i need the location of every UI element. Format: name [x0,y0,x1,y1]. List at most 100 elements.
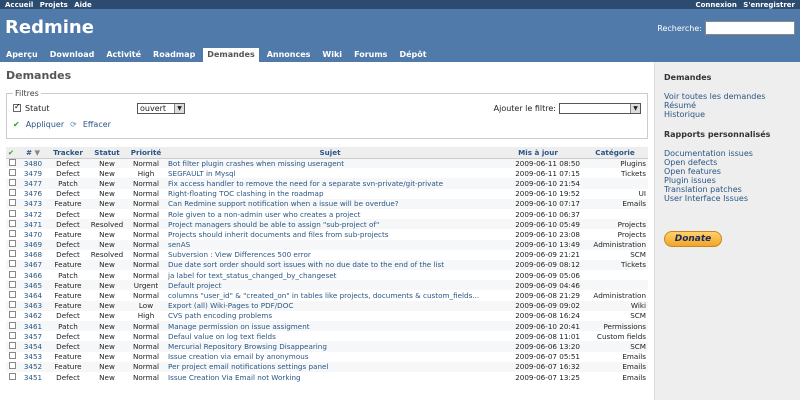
issue-id[interactable]: 3466 [18,270,48,280]
row-checkbox[interactable] [6,270,18,280]
donate-button[interactable]: Donate [664,231,722,247]
apply-label[interactable]: Appliquer [26,120,64,129]
row-checkbox-box[interactable] [8,219,16,227]
issue-id[interactable]: 3465 [18,280,48,291]
table-row[interactable]: 3468 Defect Resolved Normal Subversion : Vie… [6,250,648,260]
row-checkbox[interactable] [6,178,18,189]
issue-id[interactable]: 3469 [18,239,48,250]
row-checkbox-box[interactable] [8,352,16,360]
issue-subject[interactable]: Issue creation via email by anonymous [166,352,494,362]
table-row[interactable]: 3453 Feature New Normal Issue creation via e… [6,352,648,362]
sidebar-link-history[interactable]: Historique [664,110,791,119]
row-checkbox-box[interactable] [8,280,16,288]
col-id[interactable]: # ▼ [18,147,48,159]
row-checkbox-box[interactable] [8,199,16,207]
top-link-projects[interactable]: Projets [40,1,68,9]
issue-subject[interactable]: CVS path encoding problems [166,311,494,321]
sidebar-query-open-defects[interactable]: Open defects [664,158,791,167]
table-row[interactable]: 3471 Defect Resolved Normal Project managers… [6,219,648,230]
clear-button[interactable]: ⟳ Effacer [70,120,111,129]
issue-id[interactable]: 3468 [18,250,48,260]
tab-news[interactable]: Annonces [263,48,315,62]
col-category[interactable]: Catégorie [582,147,648,159]
sidebar-query-translation-patches[interactable]: Translation patches [664,185,791,194]
status-operator-select[interactable]: ouvert ▼ [137,102,185,114]
tab-repository[interactable]: Dépôt [395,48,430,62]
sidebar-link-summary[interactable]: Résumé [664,101,791,110]
sidebar-query-open-features[interactable]: Open features [664,167,791,176]
row-checkbox-box[interactable] [8,229,16,237]
tab-overview[interactable]: Aperçu [2,48,42,62]
apply-button[interactable]: ✔ Appliquer [13,120,64,129]
tab-forums[interactable]: Forums [350,48,391,62]
issue-id[interactable]: 3457 [18,331,48,341]
issue-subject[interactable]: Bot filter plugin crashes when missing u… [166,158,494,169]
issue-id[interactable]: 3464 [18,290,48,300]
table-row[interactable]: 3462 Defect New High CVS path encoding probl… [6,311,648,321]
row-checkbox[interactable] [6,311,18,321]
row-checkbox[interactable] [6,219,18,230]
table-row[interactable]: 3473 Feature New Normal Can Redmine support … [6,198,648,209]
status-filter-checkbox[interactable] [13,102,21,112]
row-checkbox[interactable] [6,168,18,178]
table-row[interactable]: 3465 Feature New Urgent Default project 2009-… [6,280,648,291]
row-checkbox[interactable] [6,331,18,341]
col-status[interactable]: Statut [88,147,126,159]
issue-id[interactable]: 3472 [18,209,48,219]
issue-id[interactable]: 3453 [18,352,48,362]
table-row[interactable]: 3466 Patch New Normal ja label for text_stat… [6,270,648,280]
row-checkbox-box[interactable] [8,301,16,309]
row-checkbox-box[interactable] [8,168,16,176]
add-filter-select[interactable]: ▼ [559,102,641,114]
issue-subject[interactable]: Issue Creation Via Email not Working [166,372,494,382]
row-checkbox-box[interactable] [8,372,16,380]
issue-subject[interactable]: Manage permission on issue assigment [166,321,494,332]
sidebar-query-plugin-issues[interactable]: Plugin issues [664,176,791,185]
row-checkbox[interactable] [6,341,18,352]
tab-roadmap[interactable]: Roadmap [149,48,199,62]
row-checkbox[interactable] [6,239,18,250]
issue-subject[interactable]: Role given to a non-admin user who creat… [166,209,494,219]
table-row[interactable]: 3480 Defect New Normal Bot filter plugin cra… [6,158,648,169]
row-checkbox[interactable] [6,300,18,311]
row-checkbox[interactable] [6,250,18,260]
row-checkbox-box[interactable] [8,331,16,339]
table-row[interactable]: 3470 Feature New Normal Projects should inhe… [6,229,648,239]
row-checkbox[interactable] [6,321,18,332]
row-checkbox-box[interactable] [8,270,16,278]
issue-id[interactable]: 3461 [18,321,48,332]
clear-label[interactable]: Effacer [83,120,111,129]
tab-download[interactable]: Download [46,48,99,62]
col-subject[interactable]: Sujet [166,147,494,159]
row-checkbox[interactable] [6,290,18,300]
row-checkbox[interactable] [6,189,18,199]
issue-subject[interactable]: SEGFAULT in Mysql [166,168,494,178]
table-row[interactable]: 3467 Feature New Normal Due date sort order … [6,259,648,271]
table-row[interactable]: 3454 Defect New Normal Mercurial Repository … [6,341,648,352]
issue-id[interactable]: 3471 [18,219,48,230]
row-checkbox-box[interactable] [8,321,16,329]
row-checkbox-box[interactable] [8,291,16,299]
issue-id[interactable]: 3476 [18,189,48,199]
issue-id[interactable]: 3452 [18,361,48,372]
issue-subject[interactable]: senAS [166,239,494,250]
issue-id[interactable]: 3462 [18,311,48,321]
issue-id[interactable]: 3463 [18,300,48,311]
table-row[interactable]: 3461 Patch New Normal Manage permission on i… [6,321,648,332]
table-row[interactable]: 3477 Patch New Normal Fix access handler to … [6,178,648,189]
col-priority[interactable]: Priorité [126,147,166,159]
row-checkbox-box[interactable] [8,189,16,197]
row-checkbox-box[interactable] [8,250,16,258]
col-tracker[interactable]: Tracker [48,147,88,159]
row-checkbox-box[interactable] [8,240,16,248]
table-row[interactable]: 3451 Defect New Normal Issue Creation Via Em… [6,372,648,382]
issue-subject[interactable]: Due date sort order should sort issues w… [166,259,494,271]
top-link-home[interactable]: Accueil [5,1,33,9]
issue-subject[interactable]: Export (all) Wiki-Pages to PDF/DOC [166,300,494,311]
row-checkbox-box[interactable] [8,209,16,217]
row-checkbox-box[interactable] [8,260,16,268]
issue-subject[interactable]: Defaul value on log text fields [166,331,494,341]
row-checkbox-box[interactable] [8,178,16,186]
issue-subject[interactable]: Subversion : View Differences 500 error [166,250,494,260]
issue-subject[interactable]: Mercurial Repository Browsing Disappeari… [166,341,494,352]
